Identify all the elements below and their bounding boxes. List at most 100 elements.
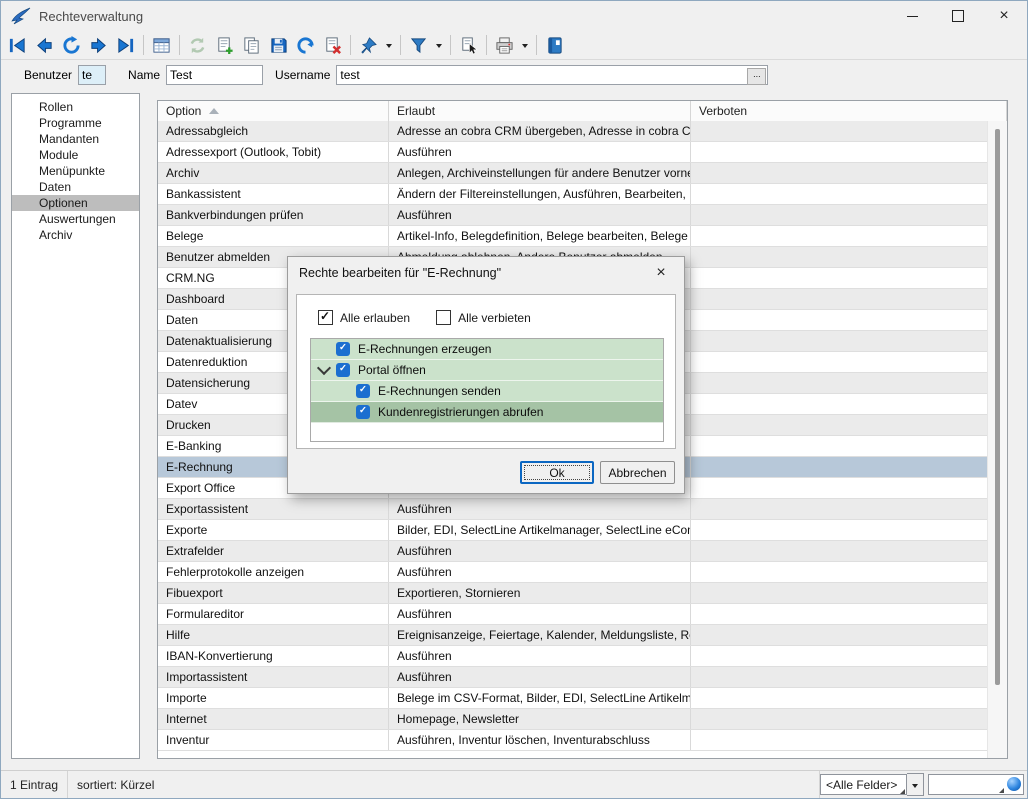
browse-button[interactable]: ... (747, 68, 766, 85)
sidebar: RollenProgrammeMandantenModuleMenüpunkte… (11, 93, 140, 759)
window-title: Rechteverwaltung (39, 9, 143, 24)
cell-verboten (691, 142, 988, 162)
filter-form: Benutzer Name Username ... (1, 59, 1027, 91)
tree-checkbox-checked[interactable] (336, 363, 350, 377)
table-row-adressexport-outlook-tobit-[interactable]: Adressexport (Outlook, Tobit)Ausführen (158, 142, 988, 163)
cell-verboten (691, 184, 988, 204)
column-header-erlaubt[interactable]: Erlaubt (389, 101, 691, 121)
first-record-icon[interactable] (4, 33, 31, 57)
vertical-scrollbar[interactable] (987, 121, 1007, 758)
dialog-checkboxes: Alle erlauben Alle verbieten (318, 310, 531, 325)
new-record-icon[interactable] (211, 33, 238, 57)
username-input[interactable] (336, 65, 768, 85)
table-row-fehlerprotokolle-anzeigen[interactable]: Fehlerprotokolle anzeigenAusführen (158, 562, 988, 583)
table-row-fibuexport[interactable]: FibuexportExportieren, Stornieren (158, 583, 988, 604)
cell-verboten (691, 478, 988, 498)
table-row-archiv[interactable]: ArchivAnlegen, Archiveinstellungen für a… (158, 163, 988, 184)
scrollbar-thumb[interactable] (995, 129, 1000, 685)
previous-record-icon[interactable] (31, 33, 58, 57)
column-header-option[interactable]: Option (158, 101, 389, 121)
quicksearch-field[interactable] (928, 774, 1024, 795)
close-button[interactable]: × (981, 1, 1027, 31)
cell-option: Importassistent (158, 667, 389, 687)
checkbox-box[interactable] (436, 310, 451, 325)
tree-checkbox-checked[interactable] (356, 384, 370, 398)
delete-record-icon[interactable] (319, 33, 346, 57)
checkbox-alle-erlauben[interactable]: Alle erlauben (318, 310, 410, 325)
app-window: Rechteverwaltung × (0, 0, 1028, 799)
tree-item-e-rechnungen-erzeugen[interactable]: E-Rechnungen erzeugen (311, 339, 663, 360)
cell-verboten (691, 436, 988, 456)
table-row-inventur[interactable]: InventurAusführen, Inventur löschen, Inv… (158, 730, 988, 751)
undo-icon[interactable] (292, 33, 319, 57)
table-row-extrafelder[interactable]: ExtrafelderAusführen (158, 541, 988, 562)
table-row-belege[interactable]: BelegeArtikel-Info, Belegdefinition, Bel… (158, 226, 988, 247)
tree-item-kundenregistrierungen-abrufen[interactable]: Kundenregistrierungen abrufen (311, 402, 663, 423)
last-record-icon[interactable] (112, 33, 139, 57)
globe-icon (1007, 777, 1021, 791)
ok-button[interactable]: Ok (520, 461, 594, 484)
table-row-iban-konvertierung[interactable]: IBAN-KonvertierungAusführen (158, 646, 988, 667)
pin-dropdown-icon[interactable] (382, 33, 396, 57)
table-row-hilfe[interactable]: HilfeEreignisanzeige, Feiertage, Kalende… (158, 625, 988, 646)
column-header-verboten[interactable]: Verboten (691, 101, 1007, 121)
sidebar-item-module[interactable]: Module (12, 147, 139, 163)
sidebar-item-menüpunkte[interactable]: Menüpunkte (12, 163, 139, 179)
cell-option: Fibuexport (158, 583, 389, 603)
sidebar-item-mandanten[interactable]: Mandanten (12, 131, 139, 147)
table-row-internet[interactable]: InternetHomepage, Newsletter (158, 709, 988, 730)
minimize-button[interactable] (889, 1, 935, 31)
filter-icon[interactable] (405, 33, 432, 57)
cell-option: Exportassistent (158, 499, 389, 519)
cell-option: Adressexport (Outlook, Tobit) (158, 142, 389, 162)
sidebar-item-archiv[interactable]: Archiv (12, 227, 139, 243)
cell-option: Importe (158, 688, 389, 708)
table-row-importassistent[interactable]: ImportassistentAusführen (158, 667, 988, 688)
cell-verboten (691, 604, 988, 624)
filter-dropdown-icon[interactable] (432, 33, 446, 57)
tree-item-portal-öffnen[interactable]: Portal öffnen (311, 360, 663, 381)
sidebar-item-auswertungen[interactable]: Auswertungen (12, 211, 139, 227)
table-row-bankverbindungen-prüfen[interactable]: Bankverbindungen prüfenAusführen (158, 205, 988, 226)
next-record-icon[interactable] (85, 33, 112, 57)
checkbox-box[interactable] (318, 310, 333, 325)
copy-record-icon[interactable] (238, 33, 265, 57)
maximize-button[interactable] (935, 1, 981, 31)
refresh-record-icon[interactable] (58, 33, 85, 57)
sidebar-item-rollen[interactable]: Rollen (12, 99, 139, 115)
table-row-exportassistent[interactable]: ExportassistentAusführen (158, 499, 988, 520)
cell-verboten (691, 226, 988, 246)
save-record-icon[interactable] (265, 33, 292, 57)
table-row-importe[interactable]: ImporteBelege im CSV-Format, Bilder, EDI… (158, 688, 988, 709)
cell-verboten (691, 205, 988, 225)
select-record-icon[interactable] (455, 33, 482, 57)
table-row-bankassistent[interactable]: BankassistentÄndern der Filtereinstellun… (158, 184, 988, 205)
benutzer-input[interactable] (78, 65, 106, 85)
sidebar-item-programme[interactable]: Programme (12, 115, 139, 131)
benutzer-label: Benutzer (24, 68, 72, 82)
cell-verboten (691, 457, 988, 477)
cancel-button[interactable]: Abbrechen (600, 461, 675, 484)
field-filter-combobox[interactable]: <Alle Felder> (820, 774, 907, 795)
table-row-formulareditor[interactable]: FormulareditorAusführen (158, 604, 988, 625)
chevron-down-icon[interactable] (317, 361, 331, 375)
address-book-icon[interactable] (541, 33, 568, 57)
name-input[interactable] (166, 65, 263, 85)
table-view-icon[interactable] (148, 33, 175, 57)
sidebar-item-daten[interactable]: Daten (12, 179, 139, 195)
print-icon[interactable] (491, 33, 518, 57)
username-label: Username (275, 68, 330, 82)
dialog-close-icon[interactable]: × (648, 263, 674, 283)
refresh-icon[interactable] (184, 33, 211, 57)
checkbox-alle-verbieten[interactable]: Alle verbieten (436, 310, 531, 325)
tree-checkbox-checked[interactable] (356, 405, 370, 419)
sidebar-item-optionen[interactable]: Optionen (12, 195, 139, 211)
edit-rights-dialog: Rechte bearbeiten für "E-Rechnung" × All… (287, 256, 685, 494)
pin-icon[interactable] (355, 33, 382, 57)
table-row-adressabgleich[interactable]: AdressabgleichAdresse an cobra CRM überg… (158, 121, 988, 142)
table-row-exporte[interactable]: ExporteBilder, EDI, SelectLine Artikelma… (158, 520, 988, 541)
print-dropdown-icon[interactable] (518, 33, 532, 57)
combobox-dropdown-icon[interactable] (907, 773, 924, 796)
tree-item-e-rechnungen-senden[interactable]: E-Rechnungen senden (311, 381, 663, 402)
tree-checkbox-checked[interactable] (336, 342, 350, 356)
